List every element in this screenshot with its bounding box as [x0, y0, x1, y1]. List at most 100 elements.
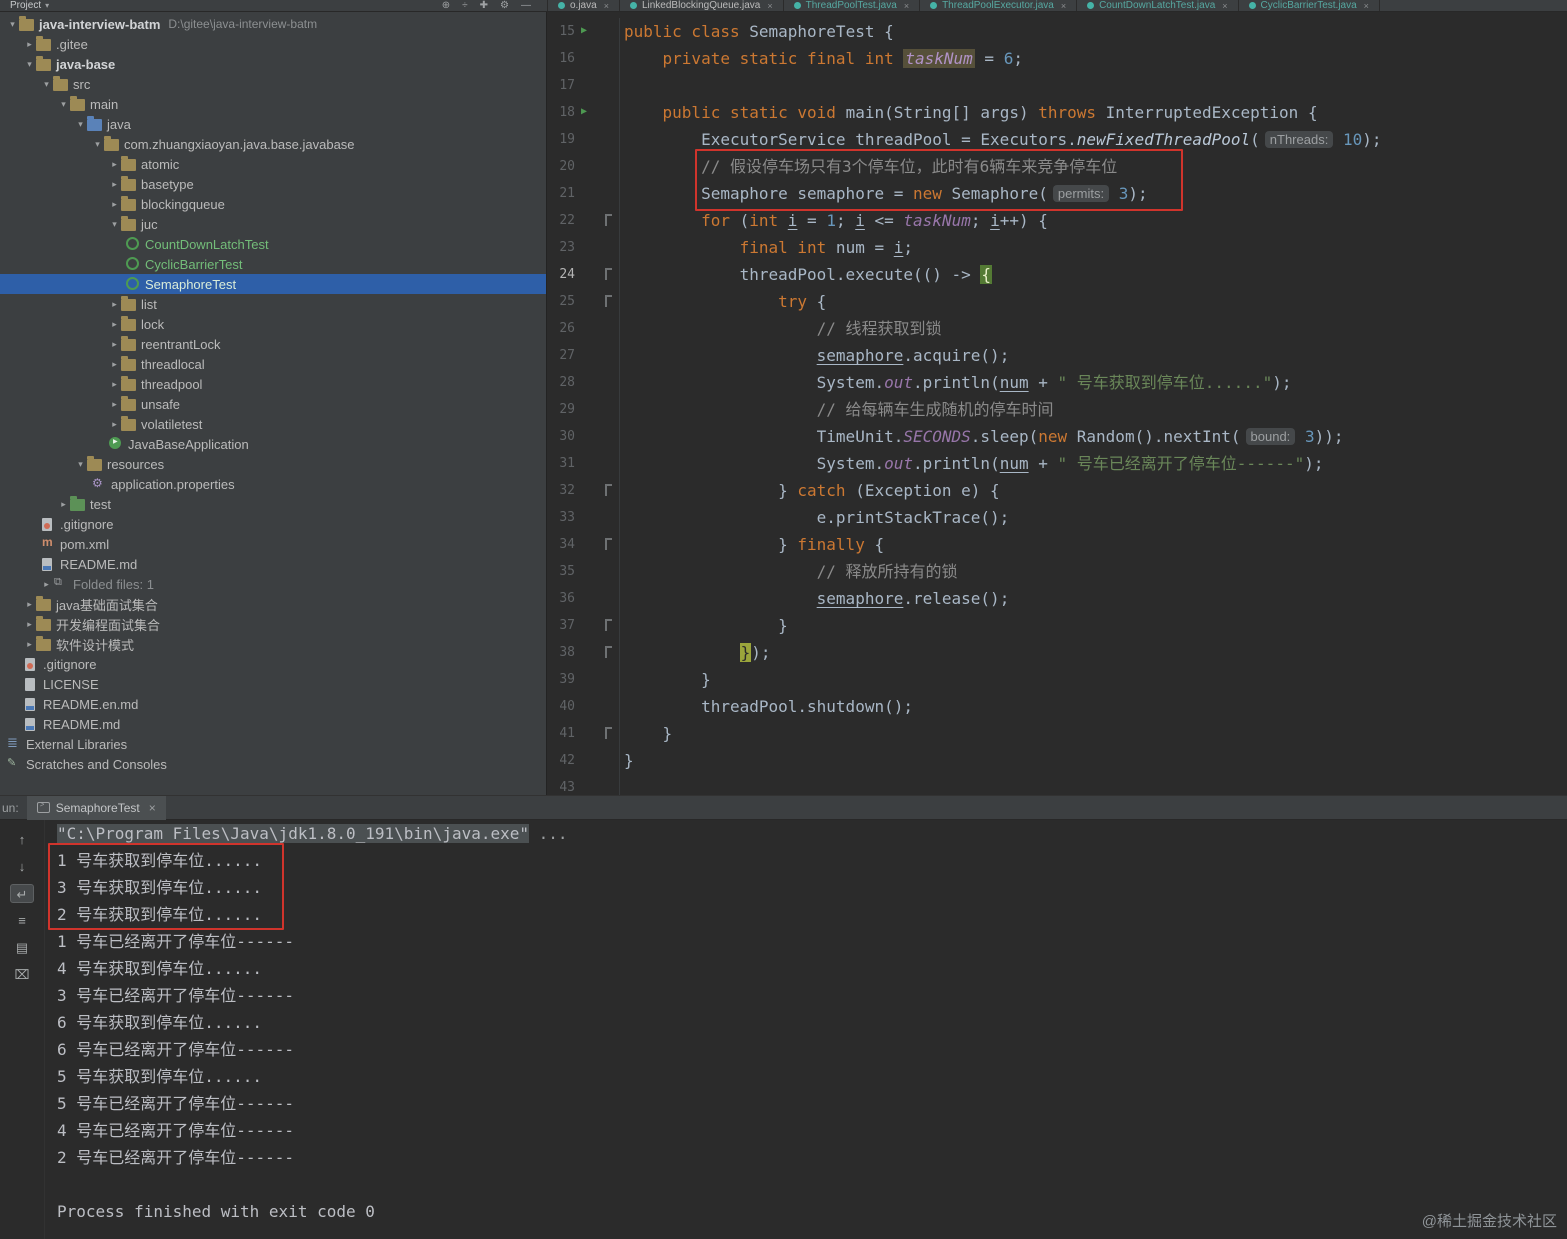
- tree-item[interactable]: ▾ java: [0, 114, 546, 134]
- up-arrow-icon[interactable]: ↑: [10, 830, 34, 849]
- code-text[interactable]: }: [620, 720, 673, 747]
- fold-marker[interactable]: [605, 538, 612, 550]
- tree-item[interactable]: ▾ main: [0, 94, 546, 114]
- tree-item[interactable]: ▸ unsafe: [0, 394, 546, 414]
- target-icon[interactable]: ⊕: [442, 0, 450, 11]
- line-number[interactable]: 18: [547, 99, 575, 126]
- editor-tab[interactable]: o.java ×: [548, 0, 620, 11]
- tree-expand-arrow[interactable]: ▾: [23, 59, 36, 70]
- tree-expand-arrow[interactable]: ▸: [108, 159, 121, 170]
- scroll-end-icon[interactable]: ≡: [10, 911, 34, 930]
- fold-marker[interactable]: [605, 214, 612, 226]
- tree-expand-arrow[interactable]: ▾: [40, 79, 53, 90]
- tree-expand-arrow[interactable]: ▸: [108, 319, 121, 330]
- code-text[interactable]: threadPool.execute(() -> {: [620, 261, 993, 288]
- code-text[interactable]: threadPool.shutdown();: [620, 693, 913, 720]
- tree-item[interactable]: ▸ 软件设计模式: [0, 634, 546, 654]
- soft-wrap-icon[interactable]: ↵: [10, 884, 34, 903]
- tree-expand-arrow[interactable]: ▸: [108, 399, 121, 410]
- tree-expand-arrow[interactable]: ▾: [91, 139, 104, 150]
- tree-item[interactable]: application.properties: [0, 474, 546, 494]
- code-text[interactable]: [620, 72, 624, 99]
- down-arrow-icon[interactable]: ↓: [10, 857, 34, 876]
- line-number[interactable]: 16: [547, 45, 575, 72]
- line-number[interactable]: 33: [547, 504, 575, 531]
- compare-icon[interactable]: ÷: [462, 0, 468, 11]
- settings-icon[interactable]: ⚙: [500, 0, 509, 11]
- close-icon[interactable]: ×: [1061, 1, 1066, 11]
- tree-item[interactable]: README.md: [0, 554, 546, 574]
- code-text[interactable]: [620, 774, 624, 795]
- tree-expand-arrow[interactable]: ▸: [23, 599, 36, 610]
- tree-item[interactable]: pom.xml: [0, 534, 546, 554]
- tree-item[interactable]: ▾ juc: [0, 214, 546, 234]
- code-text[interactable]: semaphore.release();: [620, 585, 1010, 612]
- print-icon[interactable]: ▤: [10, 938, 34, 957]
- tree-expand-arrow[interactable]: ▸: [108, 419, 121, 430]
- code-text[interactable]: System.out.println(num + " 号车获取到停车位.....…: [620, 369, 1292, 396]
- tree-item[interactable]: ▸ reentrantLock: [0, 334, 546, 354]
- tree-expand-arrow[interactable]: ▾: [108, 219, 121, 230]
- tree-item[interactable]: ▸ list: [0, 294, 546, 314]
- code-text[interactable]: try {: [620, 288, 826, 315]
- line-number[interactable]: 22: [547, 207, 575, 234]
- fold-marker[interactable]: [605, 295, 612, 307]
- line-number[interactable]: 15: [547, 18, 575, 45]
- code-text[interactable]: });: [620, 639, 771, 666]
- fold-marker[interactable]: [605, 619, 612, 631]
- chevron-down-icon[interactable]: ▾: [45, 1, 49, 10]
- tree-item[interactable]: ▸ threadpool: [0, 374, 546, 394]
- fold-marker[interactable]: [605, 268, 612, 280]
- tree-item[interactable]: ▸ threadlocal: [0, 354, 546, 374]
- tree-item[interactable]: Scratches and Consoles: [0, 754, 546, 774]
- line-number[interactable]: 30: [547, 423, 575, 450]
- editor-tab[interactable]: ThreadPoolTest.java ×: [784, 0, 921, 11]
- fold-marker[interactable]: [605, 727, 612, 739]
- line-number[interactable]: 24: [547, 261, 575, 288]
- tree-item[interactable]: ▾ resources: [0, 454, 546, 474]
- line-number[interactable]: 38: [547, 639, 575, 666]
- editor-tab[interactable]: CyclicBarrierTest.java ×: [1239, 0, 1380, 11]
- tree-item[interactable]: ▾ java-base: [0, 54, 546, 74]
- tree-item[interactable]: SemaphoreTest: [0, 274, 546, 294]
- line-number[interactable]: 27: [547, 342, 575, 369]
- close-icon[interactable]: ×: [149, 801, 156, 815]
- code-text[interactable]: for (int i = 1; i <= taskNum; i++) {: [620, 207, 1048, 234]
- tree-item[interactable]: ▸ blockingqueue: [0, 194, 546, 214]
- code-text[interactable]: // 线程获取到锁: [620, 315, 942, 342]
- line-number[interactable]: 31: [547, 450, 575, 477]
- line-number[interactable]: 19: [547, 126, 575, 153]
- code-text[interactable]: }: [620, 612, 788, 639]
- tree-item[interactable]: CountDownLatchTest: [0, 234, 546, 254]
- tree-item[interactable]: ▸ atomic: [0, 154, 546, 174]
- tree-item[interactable]: README.md: [0, 714, 546, 734]
- line-number[interactable]: 40: [547, 693, 575, 720]
- tree-expand-arrow[interactable]: ▸: [108, 359, 121, 370]
- project-view-label[interactable]: Project: [10, 0, 41, 11]
- code-text[interactable]: semaphore.acquire();: [620, 342, 1010, 369]
- close-icon[interactable]: ×: [767, 1, 772, 11]
- close-icon[interactable]: ×: [1222, 1, 1227, 11]
- code-text[interactable]: TimeUnit.SECONDS.sleep(new Random().next…: [620, 423, 1344, 450]
- tree-item[interactable]: README.en.md: [0, 694, 546, 714]
- code-text[interactable]: }: [620, 747, 634, 774]
- tree-item[interactable]: .gitignore: [0, 514, 546, 534]
- line-number[interactable]: 41: [547, 720, 575, 747]
- tree-expand-arrow[interactable]: ▸: [108, 299, 121, 310]
- editor-tab[interactable]: CountDownLatchTest.java ×: [1077, 0, 1239, 11]
- code-text[interactable]: public static void main(String[] args) t…: [620, 99, 1318, 126]
- close-icon[interactable]: ×: [604, 1, 609, 11]
- code-text[interactable]: final int num = i;: [620, 234, 913, 261]
- tree-item[interactable]: ▸ volatiletest: [0, 414, 546, 434]
- tree-expand-arrow[interactable]: ▸: [108, 199, 121, 210]
- line-number[interactable]: 29: [547, 396, 575, 423]
- close-icon[interactable]: ×: [1364, 1, 1369, 11]
- line-number[interactable]: 21: [547, 180, 575, 207]
- code-text[interactable]: e.printStackTrace();: [620, 504, 1010, 531]
- tree-item[interactable]: ▾ java-interview-batm D:\gitee\java-interv…: [0, 14, 546, 34]
- tree-item[interactable]: .gitignore: [0, 654, 546, 674]
- clear-icon[interactable]: ⌧: [10, 965, 34, 984]
- line-number[interactable]: 32: [547, 477, 575, 504]
- tree-item[interactable]: ▸ Folded files: 1: [0, 574, 546, 594]
- line-number[interactable]: 37: [547, 612, 575, 639]
